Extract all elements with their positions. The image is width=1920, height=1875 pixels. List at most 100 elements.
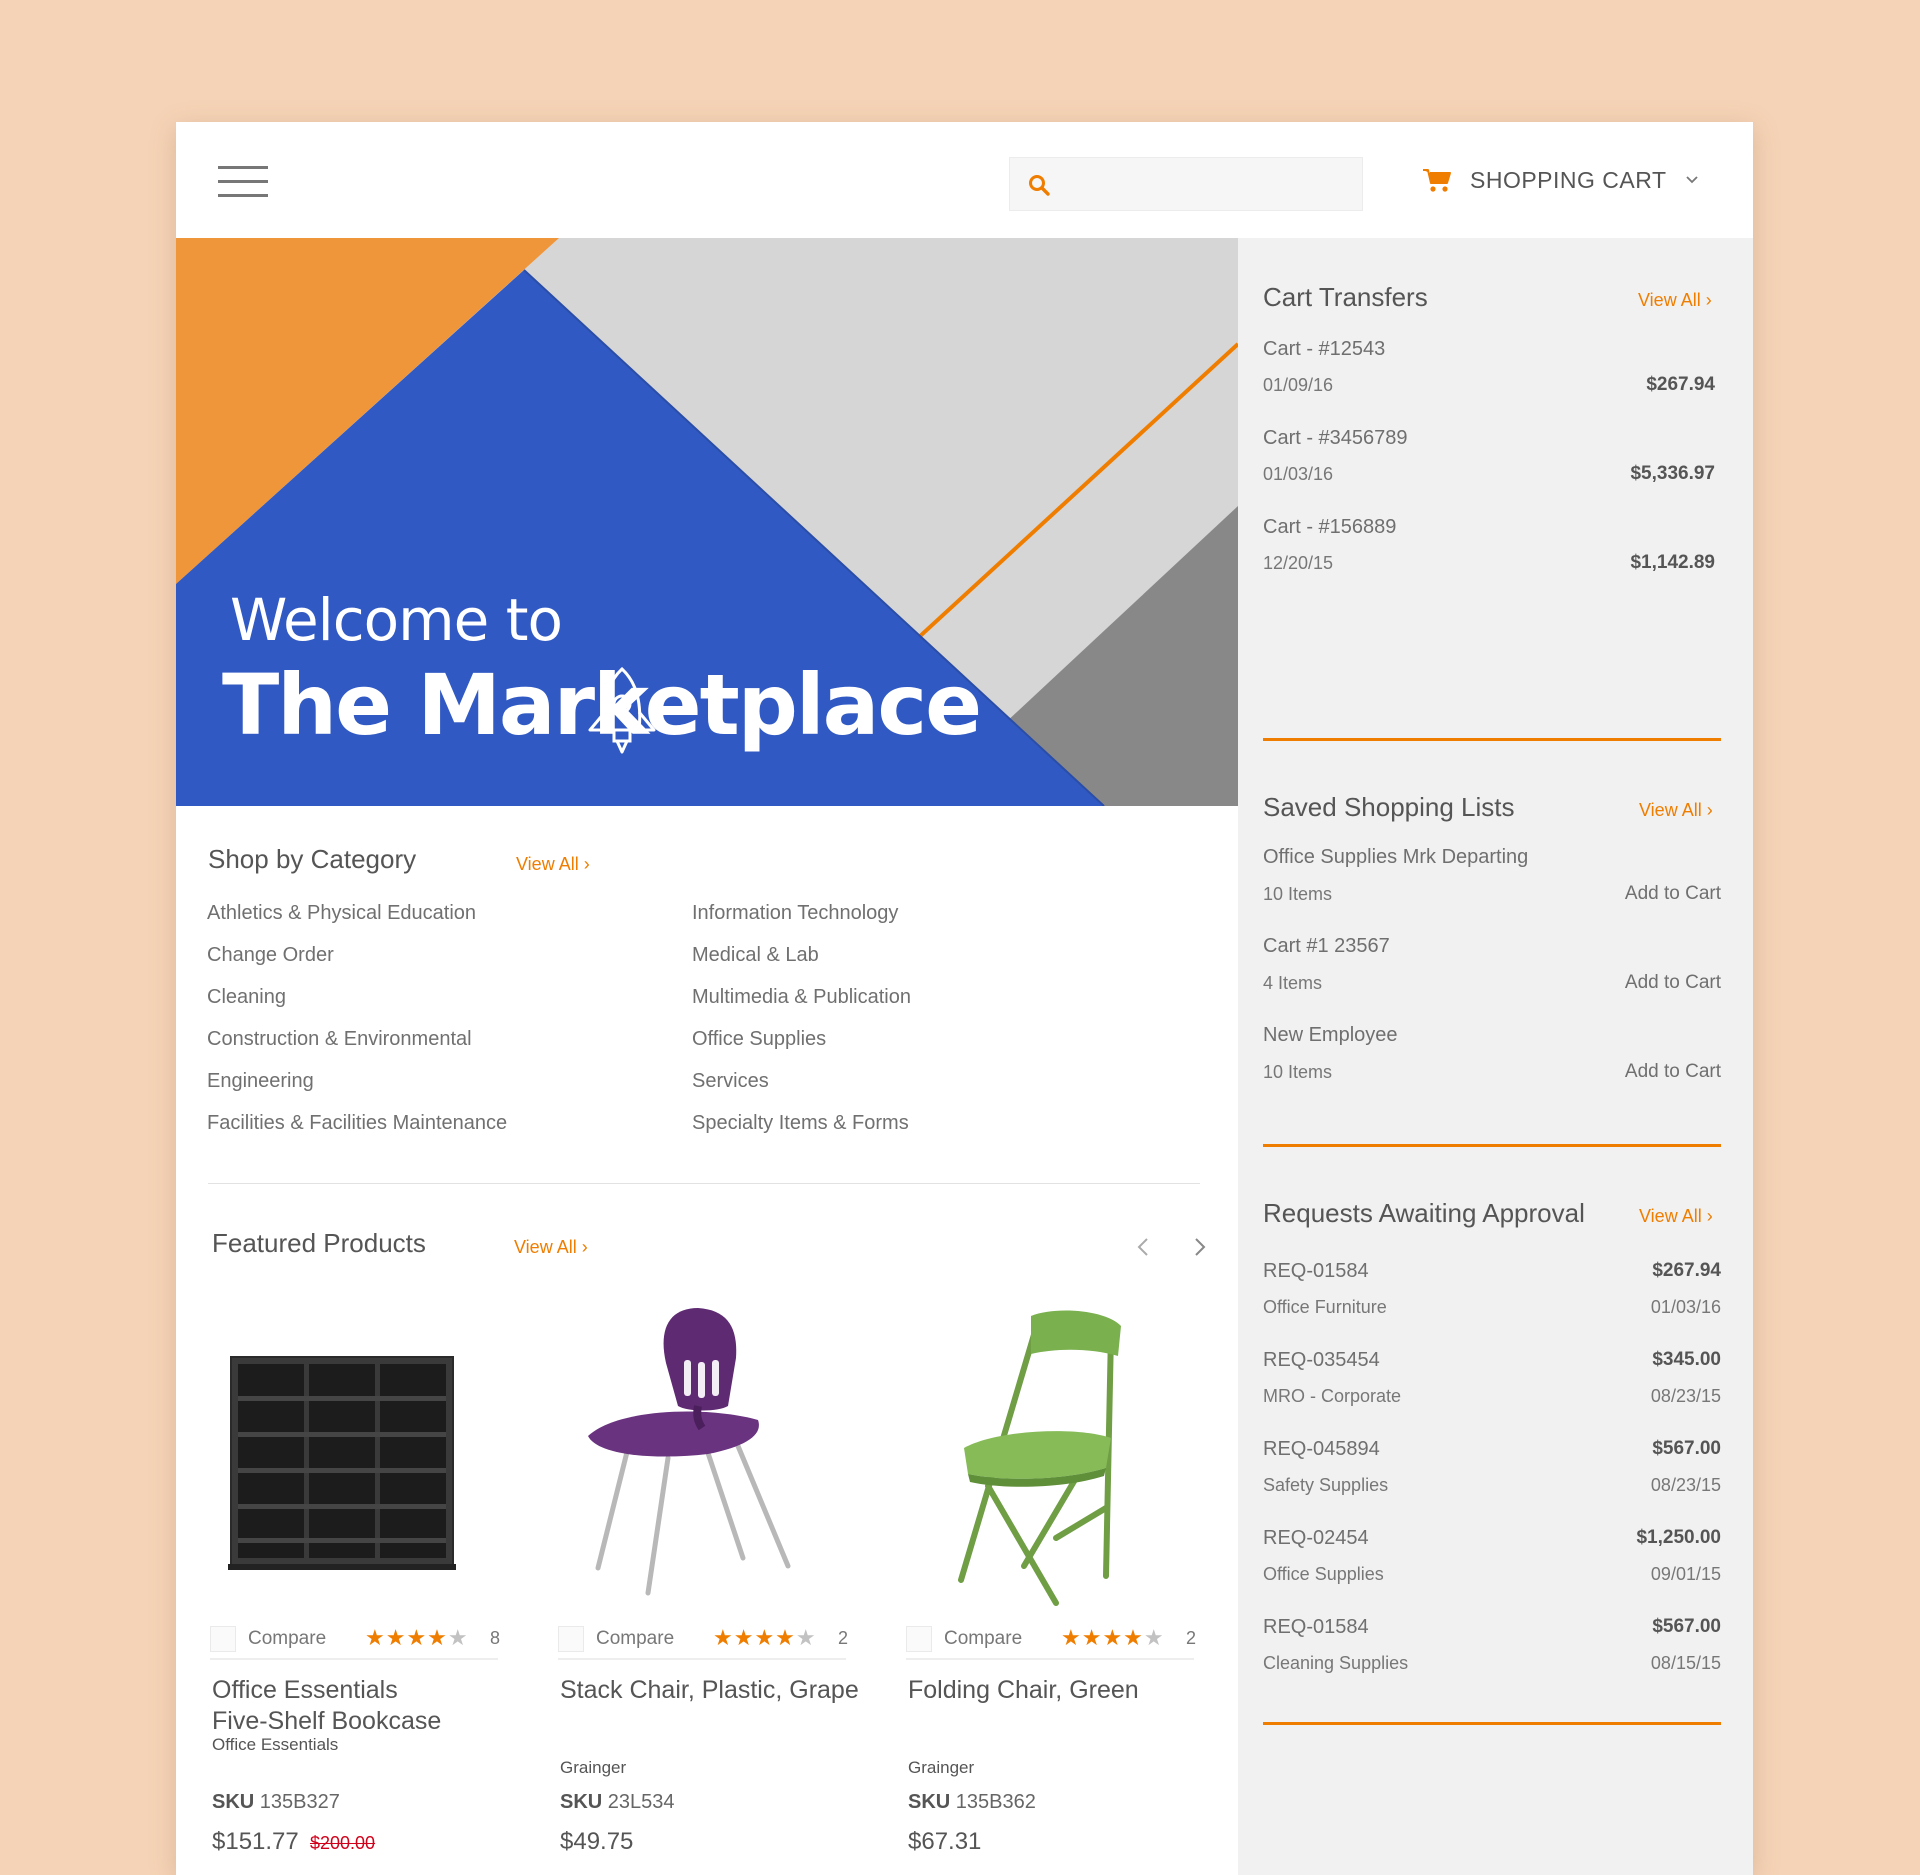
product-sku: SKU 135B362 (908, 1791, 1036, 1814)
compare-label: Compare (596, 1628, 675, 1649)
category-item[interactable]: Engineering (207, 1070, 314, 1093)
bookcase-image[interactable] (210, 1308, 500, 1608)
sku-label: SKU (908, 1791, 951, 1813)
category-item[interactable]: Information Technology (692, 902, 898, 925)
approval-date: 08/15/15 (1650, 1653, 1721, 1673)
saved-list-count: 10 Items (1263, 1062, 1333, 1082)
approval-date: 01/03/16 (1650, 1297, 1721, 1317)
sku-value: 135B362 (955, 1791, 1036, 1813)
category-item[interactable]: Services (692, 1070, 769, 1093)
add-to-cart-link[interactable]: Add to Cart (1625, 883, 1721, 905)
approval-category: Cleaning Supplies (1263, 1653, 1409, 1673)
saved-list-name[interactable]: Office Supplies Mrk Departing (1263, 846, 1528, 869)
approval-amount: $345.00 (1652, 1349, 1721, 1370)
hero-banner: Welcome to The Marketplace (176, 238, 1238, 806)
approval-id[interactable]: REQ-01584 (1263, 1260, 1369, 1283)
review-count: 2 (1186, 1628, 1197, 1648)
cart-transfer-name[interactable]: Cart - #12543 (1263, 338, 1385, 361)
category-item[interactable]: Medical & Lab (692, 944, 819, 967)
cart-transfers-view-all-link[interactable]: View All › (1638, 290, 1712, 311)
featured-title: Featured Products (212, 1228, 426, 1258)
saved-lists-view-all-link[interactable]: View All › (1639, 800, 1713, 821)
menu-icon[interactable] (218, 166, 268, 198)
stack-chair-image[interactable] (558, 1308, 848, 1608)
approval-id[interactable]: REQ-01584 (1263, 1616, 1369, 1639)
search-box (1009, 157, 1363, 211)
cart-transfer-amount: $5,336.97 (1630, 463, 1715, 484)
hero-welcome-text: Welcome to (230, 586, 563, 654)
hero-title: The Marketplace (222, 656, 982, 754)
product-brand: Grainger (908, 1758, 975, 1777)
folding-chair-image[interactable] (906, 1308, 1196, 1608)
approval-amount: $267.94 (1652, 1260, 1721, 1281)
category-item[interactable]: Construction & Environmental (207, 1028, 472, 1051)
saved-list-count: 4 Items (1263, 973, 1323, 993)
category-title: Shop by Category (208, 844, 417, 874)
product-name[interactable]: Office Essentials Five-Shelf Bookcase (212, 1675, 522, 1737)
product-name[interactable]: Folding Chair, Green (908, 1675, 1218, 1706)
featured-view-all-link[interactable]: View All › (514, 1237, 588, 1258)
app-window: SHOPPING CART Welcome to The Marketplace (176, 122, 1753, 1875)
approval-date: 08/23/15 (1650, 1475, 1721, 1495)
approval-category: Safety Supplies (1263, 1475, 1389, 1495)
saved-list-name[interactable]: New Employee (1263, 1024, 1398, 1047)
approvals-title: Requests Awaiting Approval (1263, 1198, 1585, 1228)
cart-transfer-name[interactable]: Cart - #3456789 (1263, 427, 1408, 450)
chevron-right-icon[interactable] (1193, 1236, 1207, 1258)
approval-id[interactable]: REQ-035454 (1263, 1349, 1380, 1372)
section-rule (1263, 1144, 1721, 1147)
approval-id[interactable]: REQ-045894 (1263, 1438, 1380, 1461)
product-sku: SKU 135B327 (212, 1791, 340, 1814)
rating-stars: ★★★★★ (365, 1625, 469, 1650)
cart-transfer-date: 01/09/16 (1263, 375, 1334, 395)
review-count: 8 (490, 1628, 501, 1648)
chevron-down-icon (1685, 176, 1698, 184)
add-to-cart-link[interactable]: Add to Cart (1625, 972, 1721, 994)
section-rule (1263, 1722, 1721, 1725)
compare-label: Compare (944, 1628, 1023, 1649)
product-name-line2: Five-Shelf Bookcase (212, 1707, 442, 1735)
approval-date: 08/23/15 (1650, 1386, 1721, 1406)
approval-amount: $567.00 (1652, 1438, 1721, 1459)
compare-row: Compare ★★★★★ 2 (906, 1620, 1197, 1660)
approval-category: Office Furniture (1263, 1297, 1387, 1317)
compare-checkbox[interactable] (210, 1626, 236, 1652)
chevron-left-icon[interactable] (1136, 1236, 1150, 1258)
product-brand: Grainger (560, 1758, 627, 1777)
right-sidebar: Cart Transfers View All › Cart - #12543 … (1238, 238, 1753, 1875)
cart-transfer-name[interactable]: Cart - #156889 (1263, 516, 1396, 539)
category-item[interactable]: Office Supplies (692, 1028, 826, 1051)
sku-label: SKU (212, 1791, 255, 1813)
section-divider (208, 1183, 1200, 1184)
compare-checkbox[interactable] (558, 1626, 584, 1652)
sku-value: 23L534 (607, 1791, 675, 1813)
saved-list-count: 10 Items (1263, 884, 1333, 904)
review-count: 2 (838, 1628, 849, 1648)
approvals-view-all-link[interactable]: View All › (1639, 1206, 1713, 1227)
compare-row: Compare ★★★★★ 2 (558, 1620, 849, 1660)
cart-transfer-date: 12/20/15 (1263, 553, 1334, 573)
search-input[interactable] (1068, 166, 1348, 204)
category-item[interactable]: Multimedia & Publication (692, 986, 911, 1009)
compare-checkbox[interactable] (906, 1626, 932, 1652)
category-view-all-link[interactable]: View All › (516, 854, 590, 875)
category-item[interactable]: Athletics & Physical Education (207, 902, 476, 925)
approval-category: MRO - Corporate (1263, 1386, 1402, 1406)
shopping-cart-button[interactable]: SHOPPING CART (1422, 162, 1699, 198)
compare-label: Compare (248, 1628, 327, 1649)
product-name[interactable]: Stack Chair, Plastic, Grape (560, 1675, 870, 1706)
approval-date: 09/01/15 (1650, 1564, 1721, 1584)
shopping-cart-label: SHOPPING CART (1470, 166, 1667, 193)
category-item[interactable]: Change Order (207, 944, 334, 967)
add-to-cart-link[interactable]: Add to Cart (1625, 1061, 1721, 1083)
category-item[interactable]: Specialty Items & Forms (692, 1112, 909, 1135)
approval-id[interactable]: REQ-02454 (1263, 1527, 1369, 1550)
saved-list-name[interactable]: Cart #1 23567 (1263, 935, 1390, 958)
product-old-price: $200.00 (310, 1833, 376, 1853)
category-item[interactable]: Cleaning (207, 986, 286, 1009)
rating-stars: ★★★★★ (1061, 1625, 1165, 1650)
product-price: $67.31 (908, 1828, 982, 1855)
product-brand: Office Essentials (212, 1735, 339, 1754)
category-item[interactable]: Facilities & Facilities Maintenance (207, 1112, 507, 1135)
search-icon[interactable] (1028, 174, 1050, 196)
